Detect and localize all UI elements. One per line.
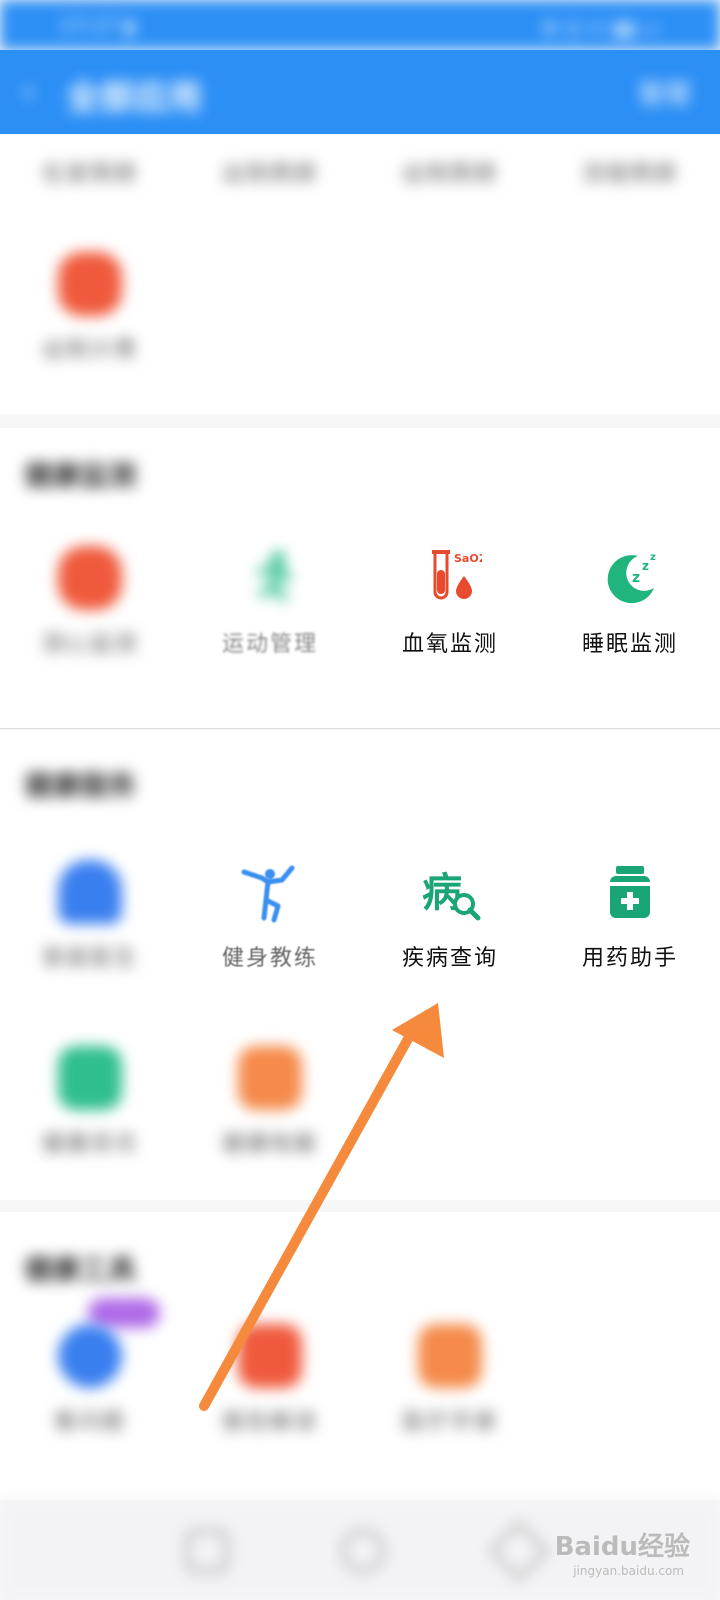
app-tool-3[interactable]: 医疗手册: [360, 1324, 540, 1436]
section-title: 健康工具: [24, 1253, 137, 1286]
record-icon: [238, 1046, 302, 1110]
svg-text:z: z: [642, 559, 649, 573]
app-fitness-coach[interactable]: 健身教练: [180, 860, 360, 972]
medicine-bottle-icon: [598, 860, 662, 924]
section-health-service: 健康服务 家庭医生 健身教练 病 疾病查询 用药助手 健康资讯 健康档案: [0, 730, 720, 1200]
tool-icon: [238, 1324, 302, 1388]
heart-icon: [58, 252, 122, 316]
app-label: 出院照顾: [221, 162, 318, 187]
section-divider: [0, 728, 720, 729]
app-label: 健身教练: [221, 946, 318, 971]
svg-text:SaO2: SaO2: [454, 552, 482, 565]
app-label: 疾病查询: [401, 946, 498, 971]
heart-icon: [58, 546, 122, 610]
app-label: 出院计费: [41, 338, 138, 363]
page-title: 全部应用: [66, 78, 202, 118]
app-health-record[interactable]: 健康档案: [180, 1046, 360, 1158]
section-health-monitor: 健康监测 测心监测 运动管理 SaO2 血氧监测 z z z: [0, 428, 720, 728]
app-tool-1[interactable]: 看问题: [0, 1324, 180, 1436]
home-icon[interactable]: [342, 1530, 384, 1572]
moon-sleep-icon: z z z: [598, 546, 662, 610]
svg-text:z: z: [632, 570, 640, 586]
tool-icon: [58, 1324, 122, 1388]
app-label: 运动管理: [221, 632, 318, 657]
app-heart-monitor[interactable]: 测心监测: [0, 546, 180, 658]
app-tool-2[interactable]: 报告解读: [180, 1324, 360, 1436]
section-title: 健康服务: [24, 769, 137, 802]
watermark-url: jingyan.baidu.com: [573, 1564, 684, 1578]
app-sleep-monitor[interactable]: z z z 睡眠监测: [540, 546, 720, 658]
app-label: 看问题: [53, 1410, 126, 1435]
status-bar: 17:17 ▮ ⚙ ⊡ ᯤ ▮▮ ▭: [0, 0, 720, 50]
status-time: 17:17 ▮: [60, 14, 135, 38]
app-label: 在家照顾: [41, 162, 138, 187]
app-item[interactable]: 出院照顾: [360, 140, 540, 188]
app-medication-assistant[interactable]: 用药助手: [540, 860, 720, 972]
app-item[interactable]: 流程照顾: [540, 140, 720, 188]
app-label: 健康资讯: [41, 1132, 138, 1157]
svg-text:z: z: [650, 552, 656, 563]
app-label: 血氧监测: [401, 632, 498, 657]
app-family-doctor[interactable]: 家庭医生: [0, 860, 180, 972]
blood-oxygen-icon: SaO2: [418, 546, 486, 610]
yoga-icon: [238, 860, 302, 924]
section-health-tools: 健康工具 看问题 报告解读 医疗手册: [0, 1212, 720, 1500]
app-label: 医疗手册: [401, 1410, 498, 1435]
watermark-logo: Baidu经验: [554, 1532, 690, 1562]
tool-icon: [418, 1324, 482, 1388]
app-disease-query[interactable]: 病 疾病查询: [360, 860, 540, 972]
app-item[interactable]: 出院计费: [0, 252, 180, 364]
app-label: 家庭医生: [41, 946, 138, 971]
disease-search-icon: 病: [418, 860, 482, 924]
app-label: 健康档案: [221, 1132, 318, 1157]
app-label: 睡眠监测: [581, 632, 678, 657]
back-arrow-icon[interactable]: ‹: [22, 75, 52, 107]
recent-apps-icon[interactable]: [186, 1530, 228, 1572]
manage-button[interactable]: 管理: [638, 74, 690, 111]
news-icon: [58, 1046, 122, 1110]
app-blood-oxygen[interactable]: SaO2 血氧监测: [360, 546, 540, 658]
app-sport-management[interactable]: 运动管理: [180, 546, 360, 658]
app-label: 用药助手: [581, 946, 678, 971]
app-item[interactable]: 出院照顾: [180, 140, 360, 188]
back-icon[interactable]: [489, 1521, 549, 1581]
section-title: 健康监测: [24, 459, 137, 492]
app-label: 出院照顾: [401, 162, 498, 187]
doctor-icon: [58, 860, 122, 924]
app-header: ‹ 全部应用 管理: [0, 50, 720, 134]
running-icon: [238, 546, 302, 610]
app-health-news[interactable]: 健康资讯: [0, 1046, 180, 1158]
app-item[interactable]: 在家照顾: [0, 140, 180, 188]
app-label: 测心监测: [41, 632, 138, 657]
status-icons: ⚙ ⊡ ᯤ ▮▮ ▭: [540, 16, 660, 40]
app-label: 报告解读: [221, 1410, 318, 1435]
app-label: 流程照顾: [581, 162, 678, 187]
section-top: 在家照顾 出院照顾 出院照顾 流程照顾 出院计费: [0, 134, 720, 414]
